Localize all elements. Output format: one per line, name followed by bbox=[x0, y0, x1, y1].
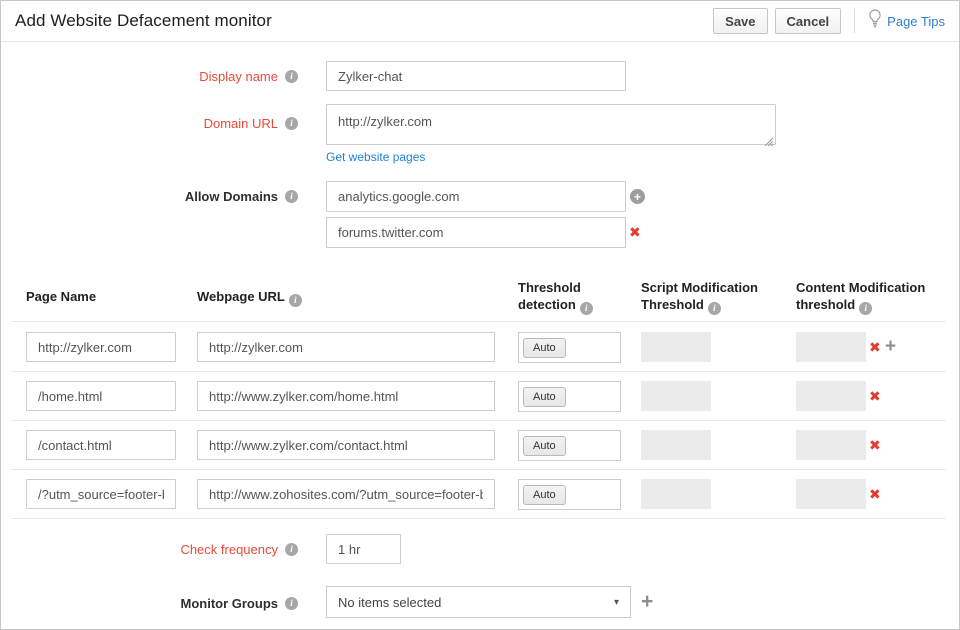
allow-domains-label-text: Allow Domains bbox=[185, 189, 278, 204]
page-name-input[interactable] bbox=[26, 479, 176, 509]
chevron-down-icon: ▾ bbox=[614, 597, 619, 608]
allow-domain-input[interactable] bbox=[326, 181, 626, 212]
content-threshold-field-disabled bbox=[796, 430, 866, 460]
add-monitor-group-icon[interactable]: + bbox=[641, 591, 653, 612]
domain-url-textarea[interactable] bbox=[326, 104, 776, 145]
header-divider bbox=[854, 9, 855, 33]
column-header-script-modification: Script Modification Thresholdi bbox=[641, 279, 769, 315]
delete-domain-icon[interactable]: ✖ bbox=[629, 225, 641, 239]
content-threshold-field-disabled bbox=[796, 381, 866, 411]
table-row: Auto ✖ bbox=[1, 430, 960, 461]
row-divider bbox=[11, 420, 946, 421]
info-icon[interactable]: i bbox=[285, 190, 298, 203]
threshold-detection-field[interactable]: Auto bbox=[518, 381, 621, 412]
delete-row-icon[interactable]: ✖ bbox=[869, 340, 881, 354]
add-website-defacement-monitor-page: Add Website Defacement monitor Save Canc… bbox=[0, 0, 960, 630]
info-icon[interactable]: i bbox=[285, 597, 298, 610]
threshold-detection-field[interactable]: Auto bbox=[518, 479, 621, 510]
domain-url-label: Domain URL i bbox=[1, 115, 298, 131]
display-name-label: Display name i bbox=[1, 68, 298, 84]
script-threshold-field-disabled bbox=[641, 381, 711, 411]
check-frequency-input[interactable] bbox=[326, 534, 401, 564]
page-name-input[interactable] bbox=[26, 381, 176, 411]
page-tips-button[interactable]: Page Tips bbox=[868, 9, 945, 33]
row-divider bbox=[11, 518, 946, 519]
info-icon[interactable]: i bbox=[580, 302, 593, 315]
page-title: Add Website Defacement monitor bbox=[15, 11, 272, 31]
lightbulb-icon bbox=[868, 9, 882, 33]
monitor-groups-selected-value: No items selected bbox=[338, 595, 441, 610]
webpage-url-input[interactable] bbox=[197, 332, 495, 362]
info-icon[interactable]: i bbox=[859, 302, 872, 315]
script-threshold-field-disabled bbox=[641, 430, 711, 460]
delete-row-icon[interactable]: ✖ bbox=[869, 487, 881, 501]
resize-handle-icon[interactable] bbox=[764, 134, 774, 144]
column-header-webpage-url: Webpage URLi bbox=[197, 288, 302, 307]
content-threshold-field-disabled bbox=[796, 479, 866, 509]
threshold-detection-field[interactable]: Auto bbox=[518, 332, 621, 363]
monitor-groups-label-text: Monitor Groups bbox=[181, 596, 279, 611]
header-bar: Add Website Defacement monitor Save Canc… bbox=[1, 1, 959, 42]
row-divider bbox=[11, 371, 946, 372]
auto-chip[interactable]: Auto bbox=[523, 387, 566, 407]
column-header-page-name: Page Name bbox=[26, 288, 96, 305]
page-tips-label: Page Tips bbox=[887, 14, 945, 29]
info-icon[interactable]: i bbox=[285, 543, 298, 556]
column-header-threshold-detection: Threshold detectioni bbox=[518, 279, 610, 315]
row-divider bbox=[11, 321, 946, 322]
auto-chip[interactable]: Auto bbox=[523, 485, 566, 505]
table-row: Auto ✖ bbox=[1, 381, 960, 412]
webpage-url-input[interactable] bbox=[197, 430, 495, 460]
table-row: Auto ✖ + bbox=[1, 332, 960, 363]
info-icon[interactable]: i bbox=[285, 70, 298, 83]
save-button[interactable]: Save bbox=[713, 8, 767, 34]
row-divider bbox=[11, 469, 946, 470]
info-icon[interactable]: i bbox=[708, 302, 721, 315]
script-threshold-field-disabled bbox=[641, 479, 711, 509]
check-frequency-label-text: Check frequency bbox=[180, 542, 278, 557]
delete-row-icon[interactable]: ✖ bbox=[869, 438, 881, 452]
page-name-input[interactable] bbox=[26, 430, 176, 460]
column-header-content-modification: Content Modification thresholdi bbox=[796, 279, 928, 315]
display-name-label-text: Display name bbox=[199, 69, 278, 84]
content-threshold-field-disabled bbox=[796, 332, 866, 362]
header-actions: Save Cancel Page Tips bbox=[713, 8, 945, 34]
info-icon[interactable]: i bbox=[289, 294, 302, 307]
get-website-pages-link[interactable]: Get website pages bbox=[326, 150, 425, 164]
script-threshold-field-disabled bbox=[641, 332, 711, 362]
display-name-input[interactable] bbox=[326, 61, 626, 91]
cancel-button[interactable]: Cancel bbox=[775, 8, 842, 34]
delete-row-icon[interactable]: ✖ bbox=[869, 389, 881, 403]
monitor-groups-dropdown[interactable]: No items selected ▾ bbox=[326, 586, 631, 618]
page-name-input[interactable] bbox=[26, 332, 176, 362]
auto-chip[interactable]: Auto bbox=[523, 338, 566, 358]
auto-chip[interactable]: Auto bbox=[523, 436, 566, 456]
webpage-url-input[interactable] bbox=[197, 381, 495, 411]
table-row: Auto ✖ bbox=[1, 479, 960, 510]
allow-domain-input[interactable] bbox=[326, 217, 626, 248]
check-frequency-label: Check frequency i bbox=[1, 541, 298, 557]
add-domain-icon[interactable]: + bbox=[630, 189, 645, 204]
allow-domains-label: Allow Domains i bbox=[1, 188, 298, 204]
threshold-detection-field[interactable]: Auto bbox=[518, 430, 621, 461]
domain-url-label-text: Domain URL bbox=[204, 116, 278, 131]
monitor-groups-label: Monitor Groups i bbox=[1, 595, 298, 611]
webpage-url-input[interactable] bbox=[197, 479, 495, 509]
info-icon[interactable]: i bbox=[285, 117, 298, 130]
add-row-icon[interactable]: + bbox=[885, 337, 896, 356]
